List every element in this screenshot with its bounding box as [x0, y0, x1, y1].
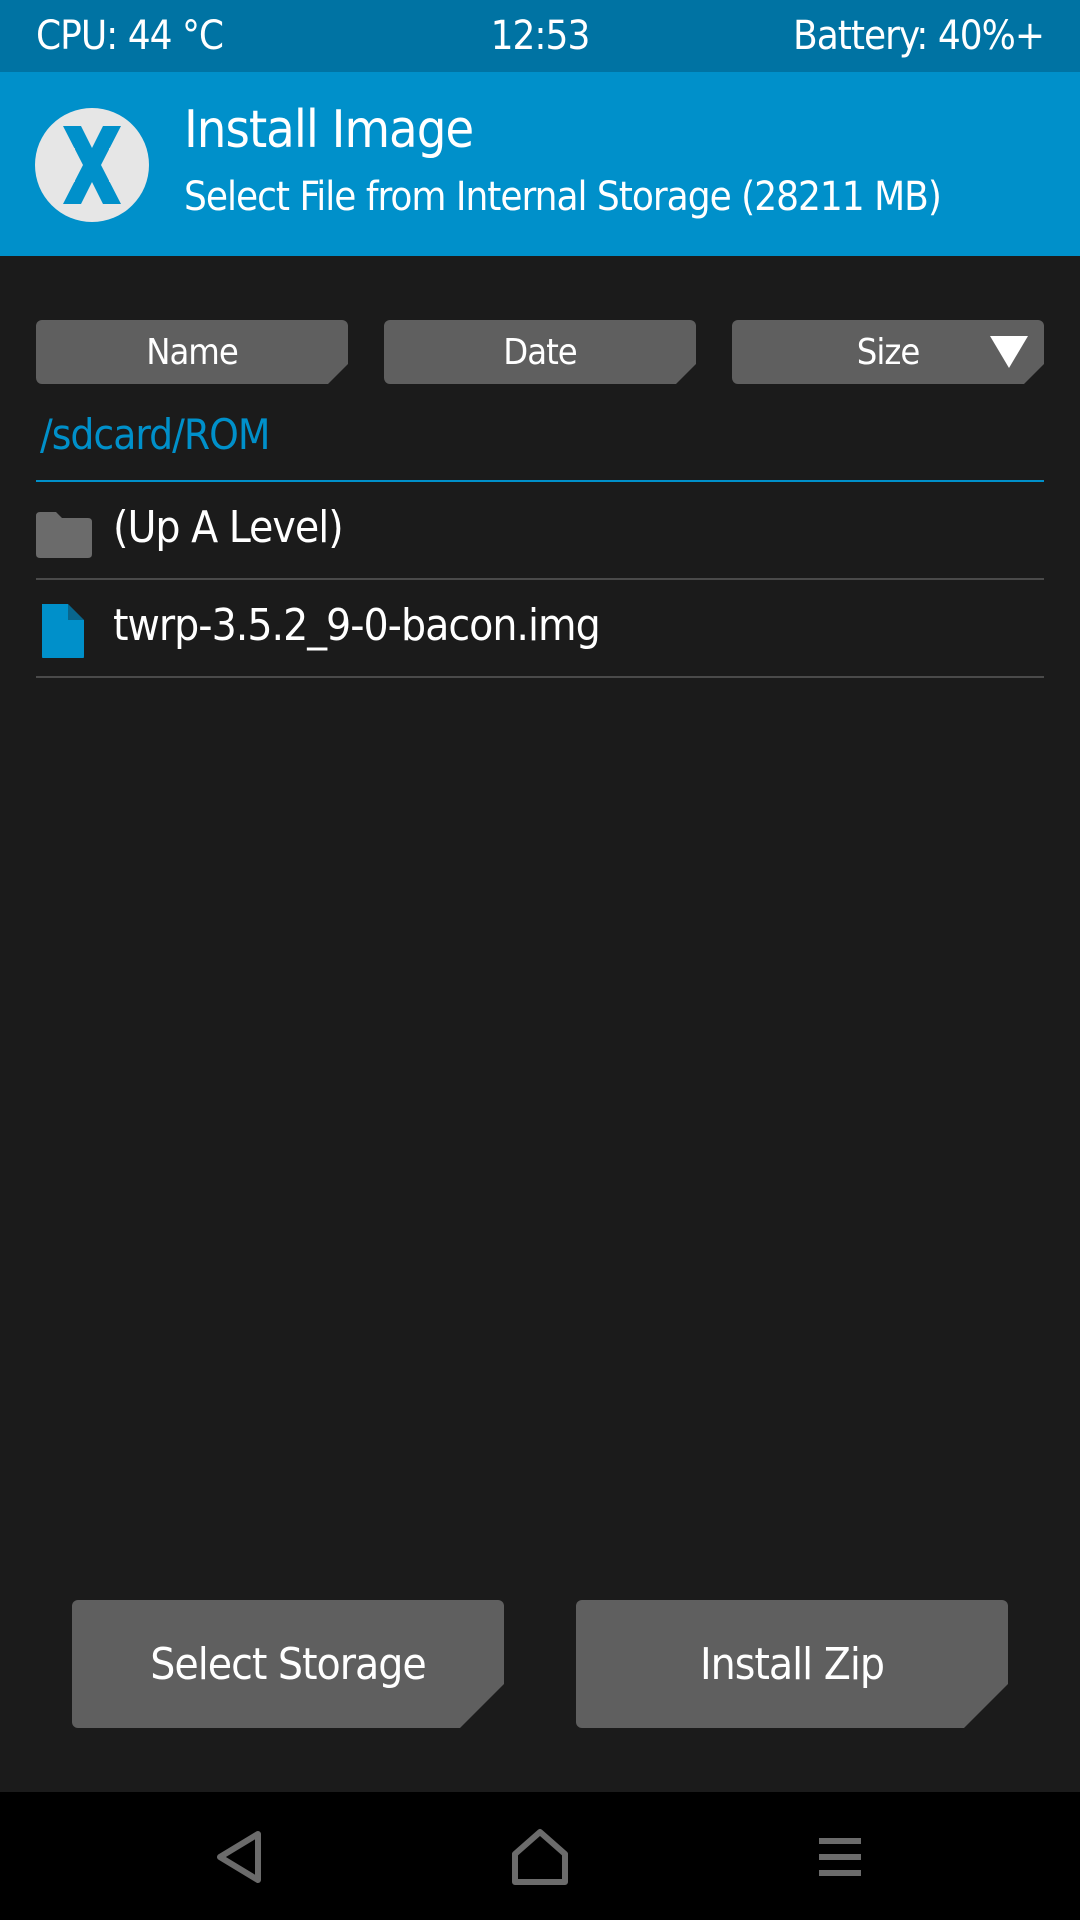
list-item-label: twrp-3.5.2_9-0-bacon.img [113, 600, 601, 651]
clock: 12:53 [490, 13, 591, 59]
install-zip-label: Install Zip [700, 1638, 884, 1690]
folder-icon [36, 512, 92, 558]
list-item-file[interactable]: twrp-3.5.2_9-0-bacon.img [36, 582, 1044, 678]
sort-by-size-label: Size [856, 331, 920, 373]
page-title: Install Image [184, 100, 474, 160]
menu-icon[interactable] [805, 1822, 875, 1892]
install-zip-button[interactable]: Install Zip [576, 1600, 1008, 1728]
file-icon [42, 604, 84, 658]
back-icon[interactable] [206, 1822, 276, 1892]
page-subtitle: Select File from Internal Storage (28211… [184, 174, 942, 220]
sort-by-name-button[interactable]: Name [36, 320, 348, 384]
chevron-down-icon [988, 334, 1030, 370]
select-storage-label: Select Storage [150, 1638, 426, 1690]
list-item-up-a-level[interactable]: (Up A Level) [36, 484, 1044, 580]
sort-by-date-button[interactable]: Date [384, 320, 696, 384]
twrp-logo-icon [35, 108, 149, 222]
select-storage-button[interactable]: Select Storage [72, 1600, 504, 1728]
page-header: Install Image Select File from Internal … [0, 72, 1080, 256]
sort-by-name-label: Name [146, 331, 238, 373]
path-divider [36, 480, 1044, 482]
list-item-label: (Up A Level) [113, 502, 344, 553]
current-path: /sdcard/ROM [40, 410, 270, 459]
home-icon[interactable] [505, 1822, 575, 1892]
sort-by-date-label: Date [503, 331, 577, 373]
sort-by-size-button[interactable]: Size [732, 320, 1044, 384]
status-bar: CPU: 44 °C 12:53 Battery: 40%+ [0, 0, 1080, 72]
navigation-bar [0, 1792, 1080, 1920]
